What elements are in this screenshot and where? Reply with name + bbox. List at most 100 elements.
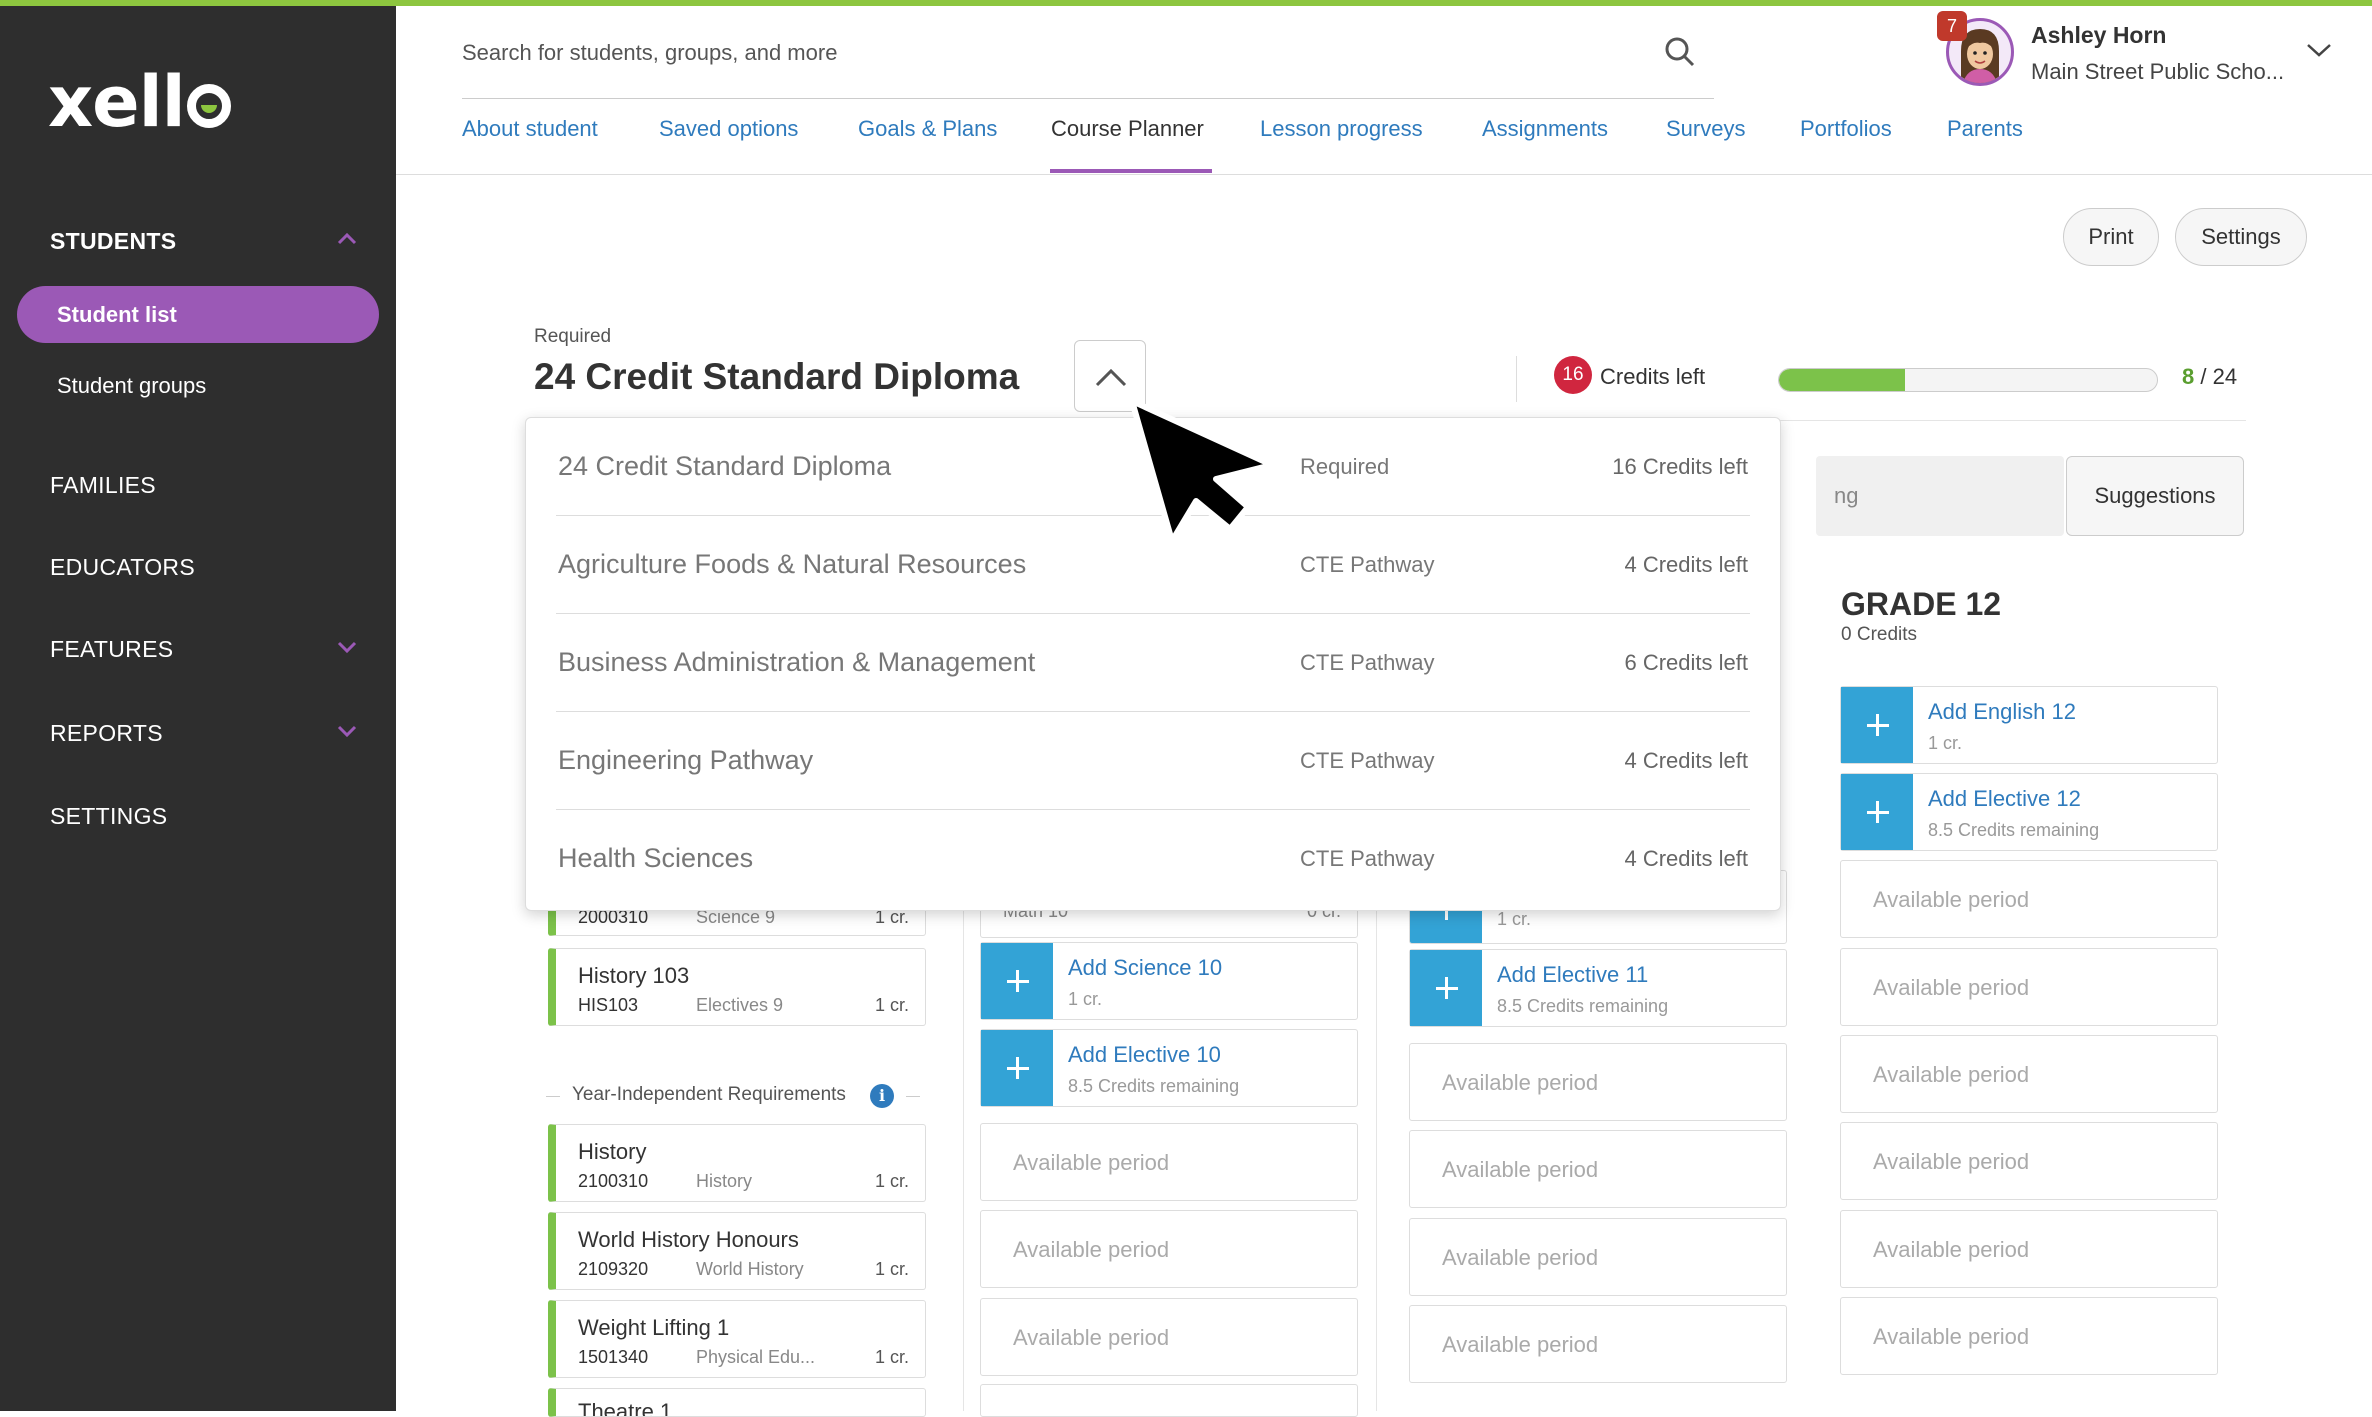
course-credits: 1 cr. bbox=[874, 1259, 909, 1279]
option-name: Business Administration & Management bbox=[558, 647, 1036, 677]
print-button[interactable]: Print bbox=[2063, 208, 2159, 266]
add-course-sub: 8.5 Credits remaining bbox=[1068, 1076, 1240, 1096]
available-period-slot[interactable]: Available period bbox=[1840, 860, 2218, 938]
course-title: Weight Lifting 1 bbox=[578, 1315, 730, 1340]
nav-families[interactable]: FAMILIES bbox=[50, 472, 156, 499]
available-period-label: Available period bbox=[1873, 1149, 2030, 1174]
progress-text: 8 / 24 bbox=[2182, 364, 2237, 390]
course-card[interactable]: History 2100310 History 1 cr. bbox=[548, 1124, 926, 1202]
credits-left-label: Credits left bbox=[1600, 364, 1706, 389]
dropdown-option[interactable]: Engineering Pathway CTE Pathway 4 Credit… bbox=[556, 712, 1750, 810]
option-type: CTE Pathway bbox=[1300, 748, 1435, 773]
grade-12-title: GRADE 12 bbox=[1841, 586, 2002, 622]
available-period-slot[interactable] bbox=[980, 1384, 1358, 1417]
add-english-12-button[interactable]: Add English 12 1 cr. bbox=[1840, 686, 2218, 764]
credits-progress-bar bbox=[1778, 368, 2158, 392]
course-title: Theatre 1 bbox=[578, 1399, 673, 1417]
option-credits: 16 Credits left bbox=[1612, 454, 1748, 479]
course-category: Electives 9 bbox=[696, 995, 784, 1015]
nav-educators[interactable]: EDUCATORS bbox=[50, 554, 195, 581]
sidebar-item-student-list[interactable]: Student list bbox=[17, 286, 379, 343]
dropdown-option[interactable]: Health Sciences CTE Pathway 4 Credits le… bbox=[556, 810, 1750, 908]
tab-about-student[interactable]: About student bbox=[462, 116, 598, 142]
option-type: CTE Pathway bbox=[1300, 650, 1435, 675]
notification-badge[interactable]: 7 bbox=[1937, 11, 1967, 41]
user-school[interactable]: Main Street Public Scho... bbox=[2031, 59, 2284, 85]
tab-surveys[interactable]: Surveys bbox=[1666, 116, 1745, 142]
available-period-slot[interactable]: Available period bbox=[1840, 1297, 2218, 1375]
add-elective-10-button[interactable]: Add Elective 10 8.5 Credits remaining bbox=[980, 1029, 1358, 1107]
add-elective-11-button[interactable]: Add Elective 11 8.5 Credits remaining bbox=[1409, 949, 1787, 1027]
option-name: Agriculture Foods & Natural Resources bbox=[558, 549, 1027, 579]
tab-saved-options[interactable]: Saved options bbox=[659, 116, 798, 142]
add-course-sub: 8.5 Credits remaining bbox=[1928, 820, 2100, 840]
course-credits: 1 cr. bbox=[874, 1347, 909, 1367]
nav-features[interactable]: FEATURES bbox=[50, 636, 173, 663]
course-category: World History bbox=[696, 1259, 804, 1279]
chevron-down-icon[interactable] bbox=[336, 720, 358, 742]
tabs-divider bbox=[396, 174, 2372, 175]
grade-12-credits: 0 Credits bbox=[1841, 624, 1918, 645]
chevron-down-icon[interactable] bbox=[2306, 42, 2332, 58]
sidebar-item-student-groups[interactable]: Student groups bbox=[57, 373, 206, 399]
course-card[interactable]: Theatre 1 bbox=[548, 1388, 926, 1417]
tab-portfolios[interactable]: Portfolios bbox=[1800, 116, 1892, 142]
user-name[interactable]: Ashley Horn bbox=[2031, 22, 2166, 49]
available-period-slot[interactable]: Available period bbox=[1840, 1122, 2218, 1200]
available-period-slot[interactable]: Available period bbox=[980, 1123, 1358, 1201]
available-period-slot[interactable]: Available period bbox=[1409, 1043, 1787, 1121]
plus-icon bbox=[1841, 687, 1913, 763]
tab-parents[interactable]: Parents bbox=[1947, 116, 2023, 142]
settings-button[interactable]: Settings bbox=[2175, 208, 2307, 266]
search-icon[interactable] bbox=[1664, 36, 1696, 68]
add-course-title: Add Elective 12 bbox=[1928, 786, 2081, 811]
available-period-label: Available period bbox=[1873, 1062, 2030, 1087]
option-type: CTE Pathway bbox=[1300, 552, 1435, 577]
available-period-label: Available period bbox=[1873, 1324, 2030, 1349]
option-type: CTE Pathway bbox=[1300, 846, 1435, 871]
nav-students[interactable]: STUDENTS bbox=[50, 228, 176, 255]
tab-lesson-progress[interactable]: Lesson progress bbox=[1260, 116, 1423, 142]
tab-goals-plans[interactable]: Goals & Plans bbox=[858, 116, 997, 142]
course-card[interactable]: History 103 HIS103 Electives 9 1 cr. bbox=[548, 948, 926, 1026]
tab-assignments[interactable]: Assignments bbox=[1482, 116, 1608, 142]
add-elective-12-button[interactable]: Add Elective 12 8.5 Credits remaining bbox=[1840, 773, 2218, 851]
course-card[interactable]: Weight Lifting 1 1501340 Physical Edu...… bbox=[548, 1300, 926, 1378]
divider bbox=[546, 1096, 560, 1097]
available-period-slot[interactable]: Available period bbox=[980, 1210, 1358, 1288]
info-icon[interactable]: i bbox=[870, 1084, 894, 1108]
available-period-slot[interactable]: Available period bbox=[980, 1298, 1358, 1376]
add-science-10-button[interactable]: Add Science 10 1 cr. bbox=[980, 942, 1358, 1020]
course-search-input[interactable]: ng bbox=[1816, 456, 2064, 536]
available-period-label: Available period bbox=[1013, 1150, 1170, 1175]
suggestions-button[interactable]: Suggestions bbox=[2066, 456, 2244, 536]
search-input[interactable]: Search for students, groups, and more bbox=[462, 40, 837, 66]
plan-title[interactable]: 24 Credit Standard Diploma bbox=[534, 356, 1019, 398]
progress-fill bbox=[1779, 369, 1905, 391]
available-period-slot[interactable]: Available period bbox=[1840, 948, 2218, 1026]
header-divider bbox=[1516, 356, 1517, 402]
chevron-down-icon[interactable] bbox=[336, 636, 358, 658]
course-title: History bbox=[578, 1139, 647, 1164]
course-card[interactable]: World History Honours 2109320 World Hist… bbox=[548, 1212, 926, 1290]
add-course-sub: 1 cr. bbox=[1497, 909, 1532, 929]
plus-icon bbox=[1410, 950, 1482, 1026]
xello-logo[interactable]: xell bbox=[48, 61, 231, 143]
add-course-sub: 8.5 Credits remaining bbox=[1497, 996, 1669, 1016]
nav-reports[interactable]: REPORTS bbox=[50, 720, 163, 747]
option-name: 24 Credit Standard Diploma bbox=[558, 451, 892, 481]
available-period-slot[interactable]: Available period bbox=[1409, 1305, 1787, 1383]
tab-course-planner[interactable]: Course Planner bbox=[1051, 116, 1204, 142]
available-period-label: Available period bbox=[1013, 1325, 1170, 1350]
available-period-slot[interactable]: Available period bbox=[1840, 1210, 2218, 1288]
chevron-up-icon[interactable] bbox=[336, 228, 358, 250]
nav-settings[interactable]: SETTINGS bbox=[50, 803, 167, 830]
course-code: 1501340 bbox=[578, 1347, 649, 1367]
available-period-slot[interactable]: Available period bbox=[1840, 1035, 2218, 1113]
plus-icon bbox=[1841, 774, 1913, 850]
year-independent-label: Year-Independent Requirements bbox=[572, 1084, 846, 1105]
available-period-slot[interactable]: Available period bbox=[1409, 1130, 1787, 1208]
dropdown-option[interactable]: Business Administration & Management CTE… bbox=[556, 614, 1750, 712]
available-period-slot[interactable]: Available period bbox=[1409, 1218, 1787, 1296]
divider bbox=[906, 1096, 920, 1097]
